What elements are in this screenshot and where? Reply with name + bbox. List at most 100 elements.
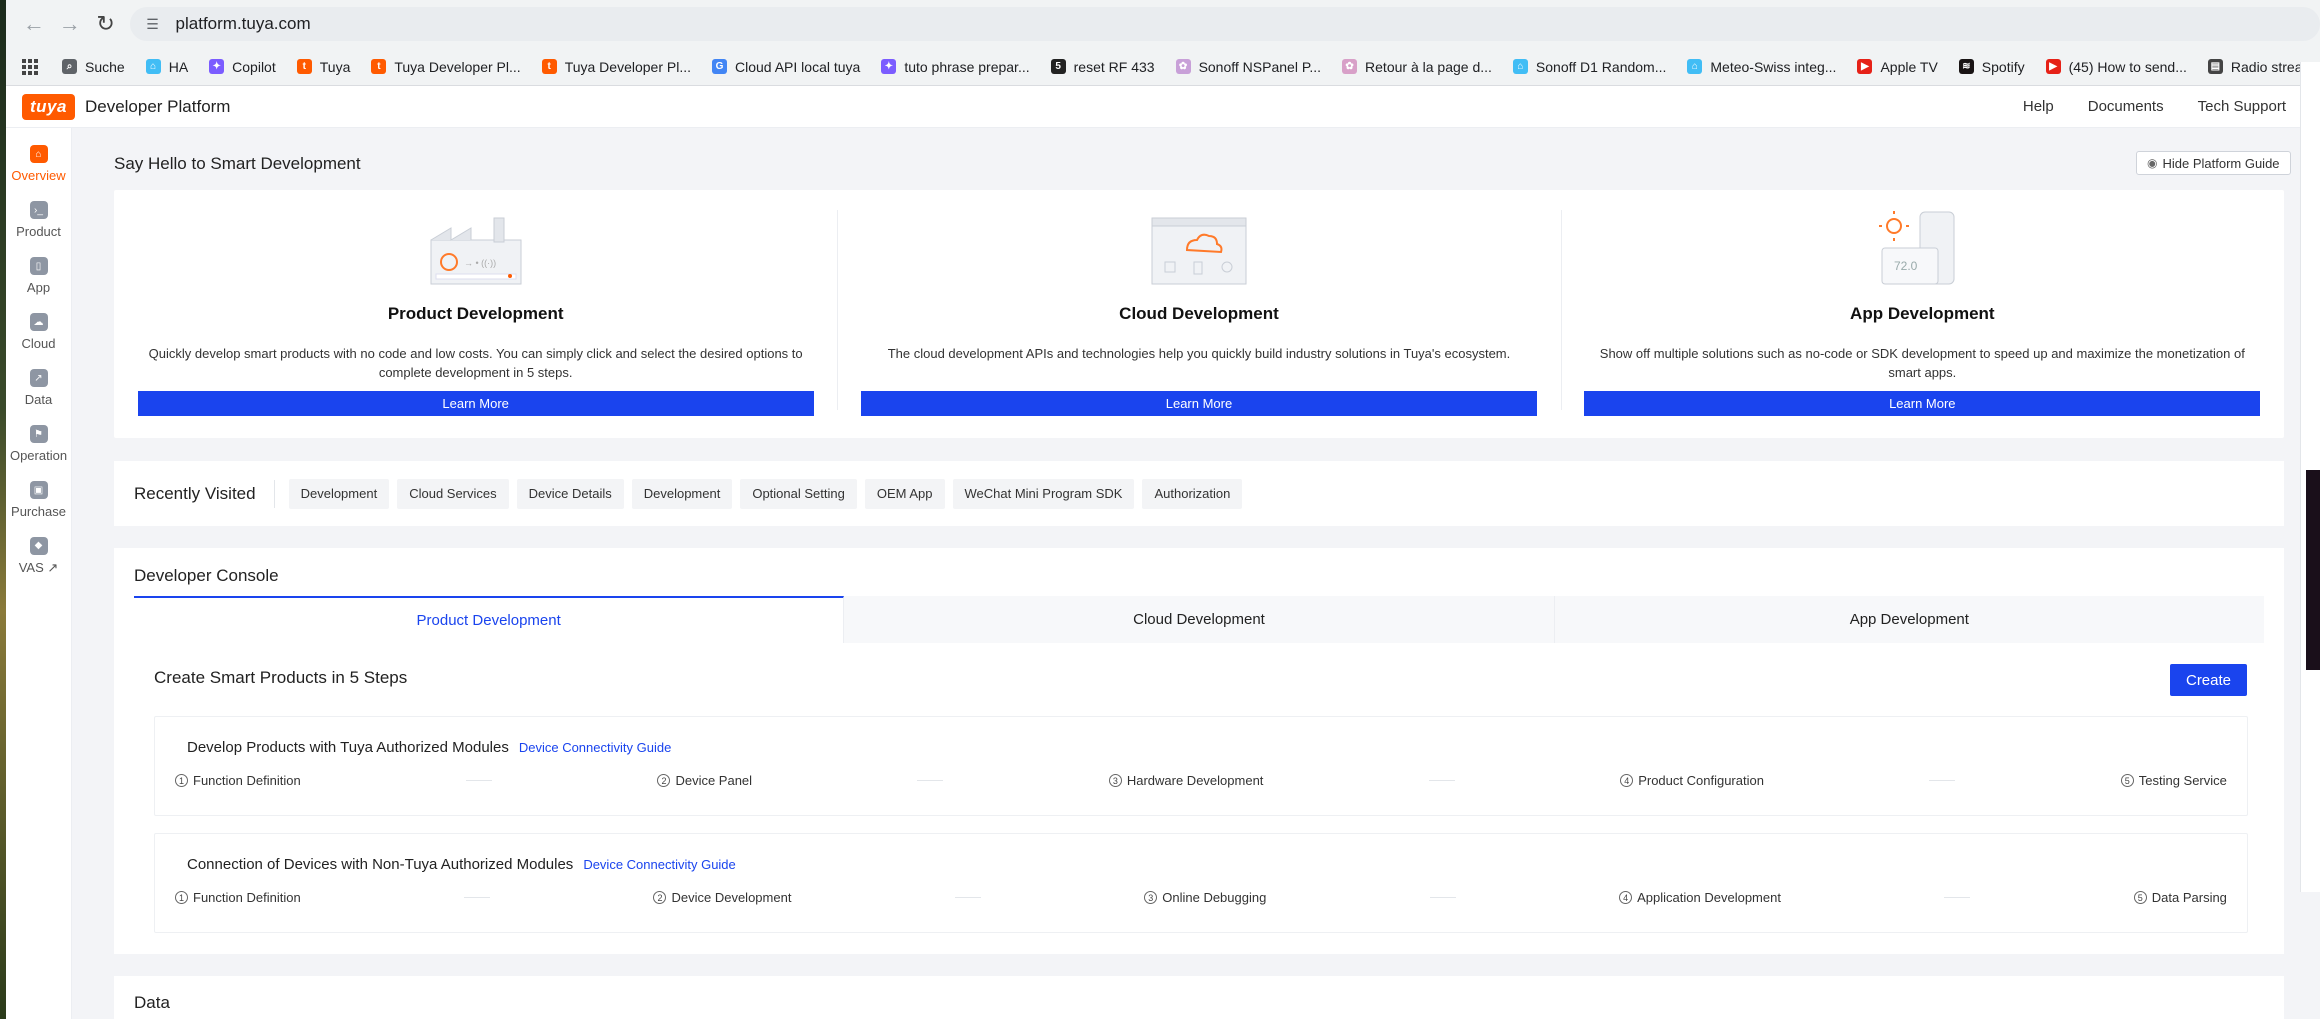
platform-name: Developer Platform bbox=[84, 96, 231, 116]
recent-chip[interactable]: Cloud Services bbox=[397, 478, 509, 509]
bookmark-item[interactable]: ⌕ Suche bbox=[62, 59, 125, 75]
bookmark-label: Cloud API local tuya bbox=[735, 58, 861, 75]
sidebar-item-product[interactable]: ›_ Product bbox=[6, 192, 71, 248]
bookmark-favicon-icon: t bbox=[541, 59, 557, 74]
sidebar-item-overview[interactable]: ⌂ Overview bbox=[6, 136, 71, 192]
flow-card-authorized: Develop Products with Tuya Authorized Mo… bbox=[154, 716, 2248, 816]
sidebar-item-app[interactable]: ▯ App bbox=[6, 248, 71, 304]
bookmark-label: Tuya Developer Pl... bbox=[394, 58, 521, 75]
flow-step[interactable]: 1 Function Definition bbox=[175, 773, 301, 788]
recent-chip[interactable]: Development bbox=[631, 478, 733, 509]
flow-step[interactable]: 1 Function Definition bbox=[175, 890, 301, 905]
flow-step[interactable]: 3 Hardware Development bbox=[1108, 773, 1264, 788]
create-button[interactable]: Create bbox=[2170, 664, 2247, 696]
bookmark-label: Copilot bbox=[232, 58, 276, 75]
guide-cards: → • ((·)) Product Development Quickly de… bbox=[114, 190, 2284, 438]
bookmark-item[interactable]: ⌂ Sonoff D1 Random... bbox=[1512, 59, 1666, 75]
sidebar-item-label: Cloud bbox=[21, 336, 56, 351]
hide-guide-button[interactable]: ◉ Hide Platform Guide bbox=[2136, 151, 2291, 175]
recent-chip[interactable]: Optional Setting bbox=[740, 478, 857, 509]
svg-text:→ • ((·)): → • ((·)) bbox=[464, 258, 496, 268]
bookmark-item[interactable]: ✦ tuto phrase prepar... bbox=[881, 58, 1030, 75]
tech-support-link[interactable]: Tech Support bbox=[2198, 98, 2286, 115]
step-separator bbox=[1929, 780, 1956, 781]
recent-chip[interactable]: Authorization bbox=[1142, 478, 1243, 509]
guide-card-app: 72.0 App Development Show off multiple s… bbox=[1560, 190, 2284, 438]
sidebar-item-label: VAS ↗ bbox=[18, 559, 59, 575]
bookmark-item[interactable]: ⌂ HA bbox=[145, 59, 188, 75]
sidebar-item-cloud[interactable]: ☁ Cloud bbox=[6, 304, 71, 360]
flow-step[interactable]: 2 Device Panel bbox=[657, 773, 752, 788]
device-connectivity-guide-link[interactable]: Device Connectivity Guide bbox=[519, 740, 671, 755]
sidebar-item-label: Product bbox=[16, 224, 61, 239]
recent-chip[interactable]: OEM App bbox=[864, 478, 945, 509]
forward-icon[interactable]: → bbox=[52, 6, 88, 42]
site-settings-icon[interactable]: ☰ bbox=[142, 13, 164, 35]
bookmark-item[interactable]: t Tuya bbox=[296, 59, 350, 75]
step-separator bbox=[1429, 897, 1456, 898]
bookmark-item[interactable]: ▶ Apple TV bbox=[1857, 58, 1938, 75]
header-links: Help Documents Tech Support bbox=[2023, 98, 2320, 115]
learn-more-button[interactable]: Learn More bbox=[137, 391, 814, 416]
step-number-icon: 4 bbox=[1620, 774, 1634, 787]
tuya-logo[interactable]: tuya bbox=[22, 93, 75, 120]
recent-chip[interactable]: Device Details bbox=[516, 478, 624, 509]
device-connectivity-guide-link[interactable]: Device Connectivity Guide bbox=[583, 857, 735, 872]
bookmark-item[interactable]: ▶ (45) How to send... bbox=[2045, 59, 2187, 75]
sidebar-item-vas[interactable]: ◆ VAS ↗ bbox=[6, 528, 71, 584]
bookmark-item[interactable]: G Cloud API local tuya bbox=[712, 59, 860, 75]
bookmark-item[interactable]: ✿ Sonoff NSPanel P... bbox=[1175, 59, 1321, 75]
recent-chip[interactable]: Development bbox=[288, 478, 390, 509]
flow-steps: 1 Function Definition 2 Device Panel 3 Hardwa… bbox=[175, 773, 2227, 788]
back-icon[interactable]: ← bbox=[16, 6, 52, 42]
reload-icon[interactable]: ↻ bbox=[88, 6, 124, 42]
learn-more-button[interactable]: Learn More bbox=[860, 391, 1537, 416]
sidebar: ⌂ Overview ›_ Product ▯ App ☁ Cloud ↗ Data ⚑ Operat… bbox=[6, 128, 72, 1019]
apps-grid-icon[interactable] bbox=[22, 58, 38, 75]
learn-more-button[interactable]: Learn More bbox=[1584, 391, 2261, 416]
bookmark-item[interactable]: 5 reset RF 433 bbox=[1050, 58, 1155, 75]
sidebar-item-data[interactable]: ↗ Data bbox=[6, 360, 71, 416]
step-number-icon: 3 bbox=[1108, 774, 1122, 787]
recent-chip[interactable]: WeChat Mini Program SDK bbox=[952, 478, 1135, 509]
bookmark-item[interactable]: ✦ Copilot bbox=[209, 59, 276, 75]
flow-step[interactable]: 4 Application Development bbox=[1619, 890, 1781, 905]
sidebar-item-operation[interactable]: ⚑ Operation bbox=[6, 416, 71, 472]
flow-step-label: Application Development bbox=[1637, 890, 1781, 905]
tab-product-development[interactable]: Product Development bbox=[134, 596, 845, 643]
flow-step[interactable]: 3 Online Debugging bbox=[1144, 890, 1266, 905]
guide-card-title: Product Development bbox=[387, 304, 564, 323]
flow-step[interactable]: 4 Product Configuration bbox=[1620, 773, 1764, 788]
developer-console: Developer Console Product Development Cl… bbox=[114, 548, 2284, 954]
flow-step[interactable]: 5 Testing Service bbox=[2120, 773, 2227, 788]
bookmark-item[interactable]: ≋ Spotify bbox=[1958, 58, 2025, 75]
flow-step[interactable]: 5 Data Parsing bbox=[2133, 890, 2227, 905]
sidebar-item-label: Purchase bbox=[11, 504, 66, 519]
bookmark-favicon-icon: 5 bbox=[1050, 59, 1066, 74]
cloud-illustration-icon bbox=[1151, 217, 1247, 285]
step-number-icon: 1 bbox=[175, 774, 188, 787]
bookmark-item[interactable]: t Tuya Developer Pl... bbox=[541, 59, 691, 75]
chart-icon: ↗ bbox=[29, 369, 48, 387]
bookmark-label: reset RF 433 bbox=[1073, 58, 1155, 75]
guide-card-title: App Development bbox=[1850, 304, 1995, 323]
flow-step-label: Hardware Development bbox=[1126, 773, 1264, 788]
desktop-edge-right bbox=[2306, 470, 2320, 670]
bookmark-item[interactable]: ⌂ Meteo-Swiss integ... bbox=[1687, 59, 1836, 75]
bookmark-item[interactable]: t Tuya Developer Pl... bbox=[371, 58, 521, 75]
bookmark-label: Apple TV bbox=[1880, 58, 1938, 75]
flow-step-label: Function Definition bbox=[193, 773, 301, 788]
flow-name: Connection of Devices with Non-Tuya Auth… bbox=[187, 856, 574, 873]
sidebar-item-purchase[interactable]: ▣ Purchase bbox=[6, 472, 71, 528]
bookmark-favicon-icon: t bbox=[296, 59, 312, 74]
help-link[interactable]: Help bbox=[2023, 98, 2054, 115]
bookmark-item[interactable]: ✿ Retour à la page d... bbox=[1342, 59, 1492, 75]
documents-link[interactable]: Documents bbox=[2088, 98, 2164, 115]
bookmark-label: tuto phrase prepar... bbox=[904, 58, 1030, 75]
tab-app-development[interactable]: App Development bbox=[1555, 596, 2264, 643]
tab-cloud-development[interactable]: Cloud Development bbox=[844, 596, 1555, 643]
console-tabs: Product Development Cloud Development Ap… bbox=[134, 596, 2264, 643]
flow-step[interactable]: 2 Device Development bbox=[653, 890, 791, 905]
bookmark-label: Spotify bbox=[1981, 58, 2025, 75]
address-input[interactable]: ☰ platform.tuya.com bbox=[129, 7, 2320, 41]
